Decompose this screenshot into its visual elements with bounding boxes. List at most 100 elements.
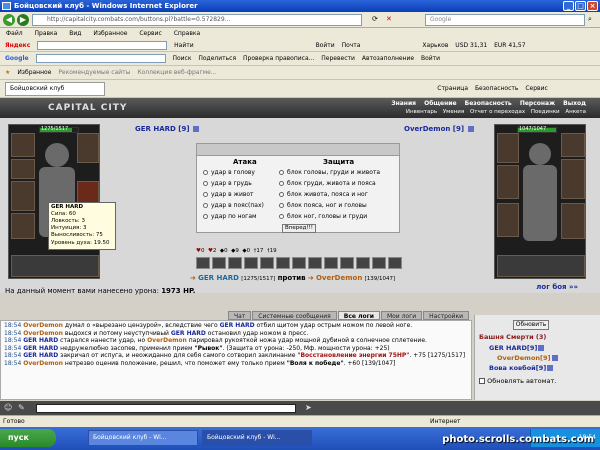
enemy-belt-slots[interactable] <box>497 255 585 277</box>
spell-slot[interactable] <box>308 257 322 269</box>
nav-character[interactable]: Персонаж <box>520 100 555 107</box>
info-icon[interactable] <box>551 355 558 361</box>
defense-option-5[interactable]: блок ног, головы и груди <box>279 213 367 220</box>
command-safety[interactable]: Безопасность <box>475 80 519 97</box>
spell-slot[interactable] <box>292 257 306 269</box>
enemy-shield-slot[interactable] <box>561 159 585 199</box>
search-input[interactable]: Google <box>425 14 585 26</box>
google-search-button[interactable]: Поиск <box>172 52 191 65</box>
attack-option-chest[interactable]: удар в грудь <box>203 180 252 187</box>
command-tools[interactable]: Сервис <box>525 80 547 97</box>
go-button[interactable]: Вперед!!! <box>282 224 316 233</box>
menu-help[interactable]: Справка <box>174 30 200 37</box>
auto-refresh-checkbox[interactable] <box>479 378 485 384</box>
search-icon[interactable]: ⌕ <box>588 15 592 24</box>
defense-option-4[interactable]: блок пояса, ног и головы <box>279 202 367 209</box>
forward-icon[interactable]: ▶ <box>17 14 29 26</box>
enemy-armor-slot[interactable] <box>497 203 519 237</box>
tab-all-logs[interactable]: Все логи <box>337 311 380 320</box>
smiley-icon[interactable]: ☺ <box>4 403 12 412</box>
favorites-button[interactable]: Избранное <box>17 66 51 79</box>
yandex-search-button[interactable]: Найти <box>174 39 193 51</box>
attack-option-groin[interactable]: удар в пояс(пах) <box>203 202 264 209</box>
weather-city[interactable]: Харьков <box>422 39 448 51</box>
enemy-body-silhouette[interactable] <box>523 165 557 241</box>
spell-slot[interactable] <box>372 257 386 269</box>
browser-tab[interactable]: Бойцовский клуб <box>5 82 106 96</box>
nav-exit[interactable]: Выход <box>563 100 586 107</box>
subnav-profile[interactable]: Анкета <box>565 109 586 115</box>
location-player[interactable]: OverDemon[9] <box>497 354 558 362</box>
stop-icon[interactable]: ✕ <box>386 15 392 23</box>
nav-security[interactable]: Безопасность <box>465 100 512 107</box>
google-share-button[interactable]: Поделиться <box>198 52 236 65</box>
refresh-icon[interactable]: ⟳ <box>372 15 378 23</box>
defense-option-1[interactable]: блок головы, груди и живота <box>279 169 380 176</box>
minimize-button[interactable]: _ <box>563 1 574 11</box>
attack-option-head[interactable]: удар в голову <box>203 169 255 176</box>
battle-log-link[interactable]: лог боя »» <box>536 283 578 291</box>
google-spellcheck-button[interactable]: Проверка правописа... <box>243 52 314 65</box>
versus-enemy[interactable]: OverDemon <box>316 274 362 282</box>
tab-my-logs[interactable]: Мои логи <box>380 311 423 320</box>
chat-input[interactable] <box>36 404 296 413</box>
tab-chat[interactable]: Чат <box>228 311 252 320</box>
location-player[interactable]: Вова ковбой[9] <box>489 364 554 372</box>
weapon-slot[interactable] <box>11 181 35 211</box>
menu-edit[interactable]: Правка <box>35 30 58 37</box>
taskbar-task[interactable]: Бойцовский клуб - Wi... <box>202 430 312 446</box>
info-icon[interactable] <box>467 126 474 132</box>
refresh-button[interactable]: Обновить <box>513 320 549 330</box>
suggested-sites-link[interactable]: Рекомендуемые сайты <box>58 66 130 79</box>
google-search-input[interactable] <box>35 54 166 63</box>
web-slice-gallery-link[interactable]: Коллекция веб-фрагме... <box>137 66 216 79</box>
taskbar-task[interactable]: Бойцовский клуб - Wi... <box>88 430 198 446</box>
combat-spell-strip[interactable] <box>197 144 399 156</box>
favorites-star-icon[interactable]: ★ <box>5 66 10 79</box>
url-input[interactable]: http://capitalcity.combats.com/buttons.p… <box>32 14 362 26</box>
spell-slot[interactable] <box>260 257 274 269</box>
tab-system[interactable]: Системные сообщения <box>252 311 337 320</box>
subnav-fights[interactable]: Поединки <box>531 109 560 115</box>
armor-slot[interactable] <box>11 213 35 239</box>
spell-slot[interactable] <box>340 257 354 269</box>
enemy-helmet-slot[interactable] <box>561 133 585 157</box>
spell-slot[interactable] <box>324 257 338 269</box>
google-signin-button[interactable]: Войти <box>421 52 440 65</box>
enemy-boots-slot[interactable] <box>561 203 585 239</box>
tab-settings[interactable]: Настройки <box>423 311 470 320</box>
player-name[interactable]: GER HARD <box>135 125 176 133</box>
enemy-weapon-slot[interactable] <box>497 165 519 199</box>
spell-slot[interactable] <box>212 257 226 269</box>
subnav-skills[interactable]: Умения <box>443 109 464 115</box>
menu-view[interactable]: Вид <box>69 30 81 37</box>
player-name-label[interactable]: GER HARD [9] <box>135 125 199 133</box>
defense-option-3[interactable]: блок живота, пояса и ног <box>279 191 368 198</box>
enemy-gloves-slot[interactable] <box>497 133 519 163</box>
maximize-button[interactable]: □ <box>575 1 586 11</box>
subnav-transitions[interactable]: Отчет о переходах <box>470 109 525 115</box>
info-icon[interactable] <box>547 365 554 371</box>
info-icon[interactable] <box>538 345 545 351</box>
spell-slot[interactable] <box>228 257 242 269</box>
enemy-name[interactable]: OverDemon <box>404 125 450 133</box>
enemy-name-label[interactable]: OverDemon [9] <box>404 125 474 133</box>
google-translate-button[interactable]: Перевести <box>321 52 355 65</box>
spell-slot[interactable] <box>196 257 210 269</box>
yandex-mail[interactable]: Почта <box>342 39 361 51</box>
helmet-slot[interactable] <box>11 133 35 157</box>
nav-chat[interactable]: Общение <box>424 100 456 107</box>
menu-file[interactable]: Файл <box>6 30 23 37</box>
location-player[interactable]: GER HARD[9] <box>489 344 545 352</box>
yandex-search-input[interactable] <box>37 41 168 50</box>
yandex-login[interactable]: Войти <box>316 39 335 51</box>
auto-refresh-option[interactable]: Обновлять автомат. <box>479 377 556 385</box>
attack-option-legs[interactable]: удар по ногам <box>203 213 257 220</box>
amulet-slot[interactable] <box>11 159 35 179</box>
subnav-inventory[interactable]: Инвентарь <box>406 109 437 115</box>
spell-slot[interactable] <box>356 257 370 269</box>
defense-option-2[interactable]: блок груди, живота и пояса <box>279 180 376 187</box>
gloves-slot[interactable] <box>77 133 99 163</box>
spell-slot[interactable] <box>388 257 402 269</box>
chat-mode-icon[interactable]: ✎ <box>18 403 25 412</box>
